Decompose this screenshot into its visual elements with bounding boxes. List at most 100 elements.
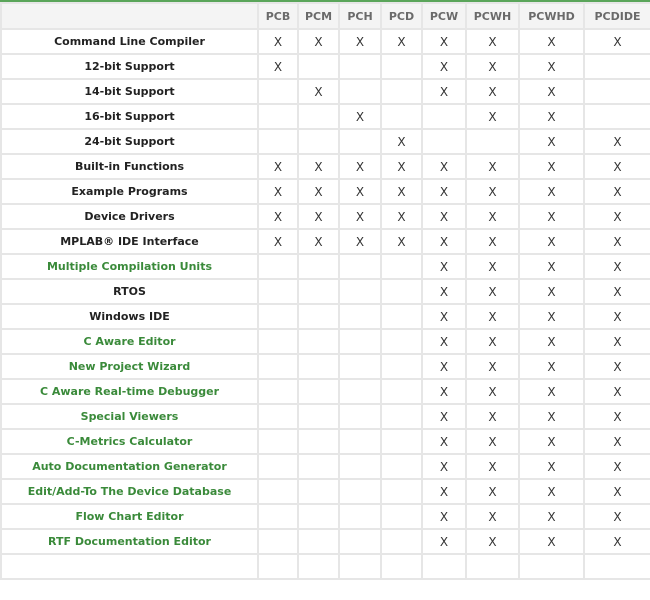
support-mark: X — [421, 453, 467, 480]
header-pcm: PCM — [297, 2, 340, 30]
empty-cell — [583, 553, 650, 580]
table-row: C-Metrics Calculator X X X X — [0, 428, 650, 455]
feature-link[interactable]: New Project Wizard — [0, 353, 259, 380]
support-mark: X — [421, 278, 467, 305]
support-mark: X — [518, 378, 585, 405]
empty-cell — [338, 378, 382, 405]
feature-link[interactable]: Flow Chart Editor — [0, 503, 259, 530]
support-mark: X — [465, 528, 520, 555]
empty-cell — [380, 453, 423, 480]
support-mark: X — [518, 303, 585, 330]
empty-cell — [380, 53, 423, 80]
empty-cell — [297, 353, 340, 380]
empty-cell — [297, 53, 340, 80]
table-row: Command Line Compiler X X X X X X X X — [0, 28, 650, 55]
table-row: New Project Wizard X X X X — [0, 353, 650, 380]
support-mark: X — [518, 503, 585, 530]
header-feature — [0, 2, 259, 30]
support-mark: X — [338, 203, 382, 230]
empty-cell — [380, 503, 423, 530]
empty-cell — [257, 78, 299, 105]
support-mark: X — [257, 228, 299, 255]
table-row: Special Viewers X X X X — [0, 403, 650, 430]
support-mark: X — [583, 28, 650, 55]
table-row: Device Drivers X X X X X X X X — [0, 203, 650, 230]
support-mark: X — [518, 253, 585, 280]
table-row: Example Programs X X X X X X X X — [0, 178, 650, 205]
support-mark: X — [518, 453, 585, 480]
empty-cell — [297, 253, 340, 280]
support-mark: X — [257, 203, 299, 230]
empty-cell — [380, 353, 423, 380]
empty-cell — [257, 503, 299, 530]
table-row — [0, 553, 650, 580]
empty-cell — [380, 428, 423, 455]
support-mark: X — [518, 353, 585, 380]
support-mark: X — [380, 228, 423, 255]
support-mark: X — [338, 228, 382, 255]
empty-cell — [338, 503, 382, 530]
support-mark: X — [583, 403, 650, 430]
support-mark: X — [518, 328, 585, 355]
feature-link[interactable]: Auto Documentation Generator — [0, 453, 259, 480]
support-mark: X — [380, 178, 423, 205]
empty-cell — [297, 128, 340, 155]
feature-link[interactable]: C-Metrics Calculator — [0, 428, 259, 455]
table-row: Edit/Add-To The Device Database X X X X — [0, 478, 650, 505]
table-row: Windows IDE X X X X — [0, 303, 650, 330]
feature-link[interactable]: Edit/Add-To The Device Database — [0, 478, 259, 505]
support-mark: X — [465, 278, 520, 305]
support-mark: X — [583, 253, 650, 280]
feature-link[interactable]: C Aware Editor — [0, 328, 259, 355]
support-mark: X — [583, 153, 650, 180]
support-mark: X — [297, 78, 340, 105]
empty-cell — [297, 503, 340, 530]
empty-cell — [297, 453, 340, 480]
empty-cell — [338, 528, 382, 555]
empty-cell — [380, 478, 423, 505]
empty-cell — [297, 428, 340, 455]
empty-cell — [257, 128, 299, 155]
empty-cell — [583, 103, 650, 130]
support-mark: X — [380, 128, 423, 155]
support-mark: X — [518, 428, 585, 455]
support-mark: X — [338, 103, 382, 130]
feature-link[interactable]: Multiple Compilation Units — [0, 253, 259, 280]
empty-cell — [257, 353, 299, 380]
support-mark: X — [518, 128, 585, 155]
support-mark: X — [465, 403, 520, 430]
empty-cell — [257, 478, 299, 505]
empty-cell — [421, 553, 467, 580]
support-mark: X — [338, 153, 382, 180]
support-mark: X — [380, 203, 423, 230]
support-mark: X — [465, 453, 520, 480]
table-row: RTF Documentation Editor X X X X — [0, 528, 650, 555]
empty-cell — [380, 78, 423, 105]
feature-link[interactable]: RTF Documentation Editor — [0, 528, 259, 555]
support-mark: X — [465, 328, 520, 355]
empty-cell — [338, 428, 382, 455]
empty-cell — [257, 553, 299, 580]
support-mark: X — [583, 303, 650, 330]
feature-label: Windows IDE — [0, 303, 259, 330]
table-row: Multiple Compilation Units X X X X — [0, 253, 650, 280]
table-row: Auto Documentation Generator X X X X — [0, 453, 650, 480]
empty-cell — [257, 328, 299, 355]
support-mark: X — [297, 178, 340, 205]
empty-cell — [338, 303, 382, 330]
empty-cell — [380, 553, 423, 580]
support-mark: X — [421, 78, 467, 105]
support-mark: X — [421, 153, 467, 180]
empty-cell — [257, 253, 299, 280]
feature-link[interactable]: C Aware Real-time Debugger — [0, 378, 259, 405]
header-pcwhd: PCWHD — [518, 2, 585, 30]
support-mark: X — [518, 103, 585, 130]
table-row: MPLAB® IDE Interface X X X X X X X X — [0, 228, 650, 255]
support-mark: X — [518, 478, 585, 505]
header-pcdide: PCDIDE — [583, 2, 650, 30]
comparison-table-container: PCB PCM PCH PCD PCW PCWH PCWHD PCDIDE Co… — [0, 0, 650, 580]
feature-link[interactable]: Special Viewers — [0, 403, 259, 430]
empty-cell — [421, 128, 467, 155]
empty-cell — [380, 103, 423, 130]
support-mark: X — [465, 503, 520, 530]
